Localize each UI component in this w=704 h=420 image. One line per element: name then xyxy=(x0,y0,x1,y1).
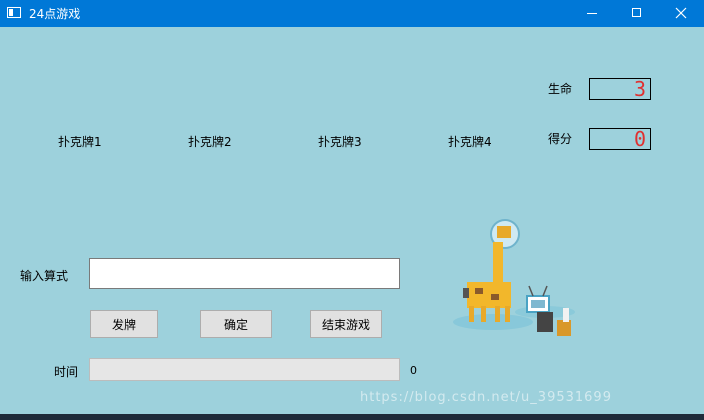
life-display: 3 xyxy=(589,78,651,100)
close-button[interactable] xyxy=(658,0,704,27)
card-4: 扑克牌4 xyxy=(448,135,492,149)
taskbar-edge xyxy=(0,414,704,420)
minimize-icon xyxy=(587,13,597,14)
maximize-icon xyxy=(632,8,641,17)
time-label: 时间 xyxy=(54,365,79,379)
deal-button[interactable]: 发牌 xyxy=(90,310,158,338)
card-1: 扑克牌1 xyxy=(58,135,102,149)
confirm-button[interactable]: 确定 xyxy=(200,310,272,338)
expression-label: 输入算式 xyxy=(20,269,69,283)
window-title: 24点游戏 xyxy=(29,7,81,21)
score-label: 得分 xyxy=(548,132,573,146)
title-bar[interactable]: 24点游戏 xyxy=(0,0,704,27)
giraffe-mascot-image xyxy=(453,219,575,336)
score-display: 0 xyxy=(589,128,651,150)
minimize-button[interactable] xyxy=(570,0,616,27)
card-3: 扑克牌3 xyxy=(318,135,362,149)
time-progress-bar xyxy=(89,358,400,381)
watermark-text: https://blog.csdn.net/u_39531699 xyxy=(360,390,612,405)
maximize-button[interactable] xyxy=(614,0,660,27)
end-game-button[interactable]: 结束游戏 xyxy=(310,310,382,338)
close-icon xyxy=(675,7,687,19)
time-value: 0 xyxy=(410,364,417,377)
app-window-icon xyxy=(7,7,21,18)
life-label: 生命 xyxy=(548,82,573,96)
card-2: 扑克牌2 xyxy=(188,135,232,149)
expression-input[interactable] xyxy=(89,258,400,289)
